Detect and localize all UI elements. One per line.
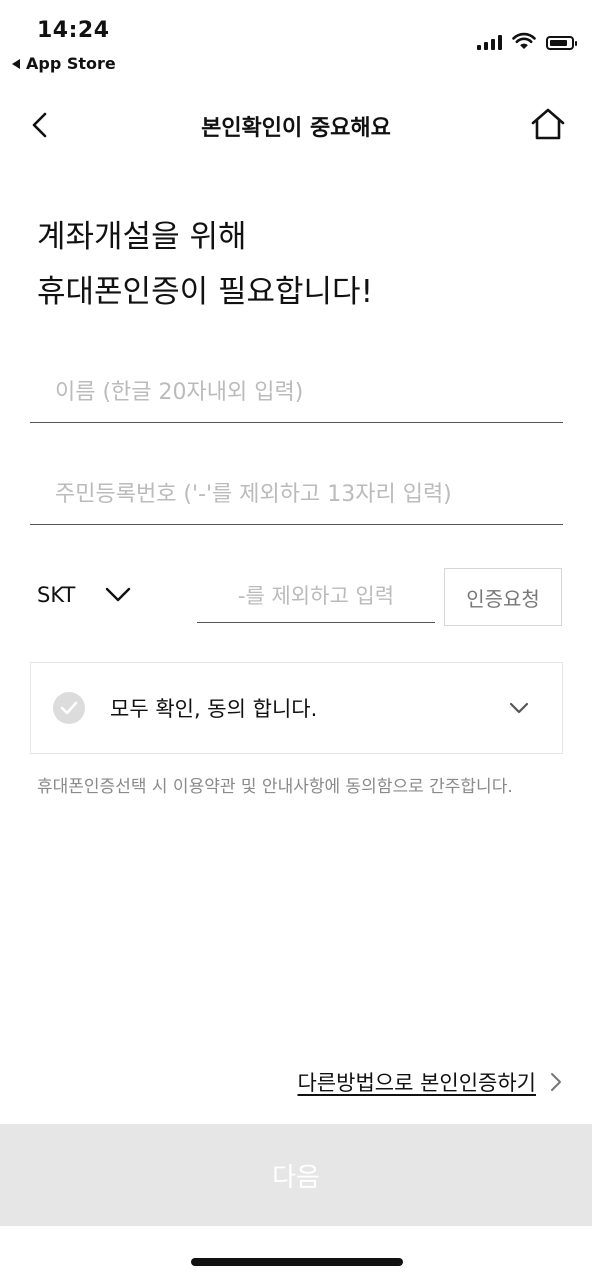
home-icon[interactable] — [530, 106, 566, 142]
carrier-value: SKT — [37, 583, 76, 607]
back-triangle-icon — [12, 58, 20, 69]
chevron-down-icon[interactable] — [508, 697, 530, 719]
agree-all-label: 모두 확인, 동의 합니다. — [110, 697, 318, 721]
heading-line-2: 휴대폰인증이 필요합니다! — [37, 274, 374, 310]
chevron-down-icon — [106, 587, 131, 602]
battery-icon — [546, 36, 577, 50]
check-circle-icon — [53, 692, 85, 724]
request-verification-button[interactable]: 인증요청 — [444, 568, 562, 626]
status-time: 14:24 — [37, 18, 110, 43]
wifi-icon — [512, 32, 536, 49]
phone-field-wrapper — [197, 570, 435, 623]
agree-all-toggle[interactable]: 모두 확인, 동의 합니다. — [30, 662, 563, 754]
rrn-field-wrapper — [30, 464, 563, 525]
next-button[interactable]: 다음 — [0, 1124, 592, 1226]
rrn-input[interactable] — [30, 464, 563, 524]
back-app-label: App Store — [26, 54, 116, 73]
page-title: 본인확인이 중요해요 — [201, 116, 391, 141]
terms-notice: 휴대폰인증선택 시 이용약관 및 안내사항에 동의함으로 간주합니다. — [37, 777, 513, 797]
name-field-wrapper — [30, 362, 563, 423]
alternative-verification-link[interactable]: 다른방법으로 본인인증하기 — [297, 1067, 536, 1097]
home-indicator — [191, 1258, 403, 1266]
name-input[interactable] — [30, 362, 563, 422]
main-heading: 계좌개설을 위해 휴대폰인증이 필요합니다! — [37, 210, 373, 320]
phone-input[interactable] — [197, 570, 435, 622]
carrier-select[interactable]: SKT — [37, 583, 131, 607]
status-icons — [477, 32, 577, 50]
back-to-app-store[interactable]: App Store — [12, 54, 116, 73]
chevron-right-icon[interactable] — [548, 1072, 564, 1092]
heading-line-1: 계좌개설을 위해 — [37, 219, 247, 255]
signal-icon — [477, 34, 502, 50]
